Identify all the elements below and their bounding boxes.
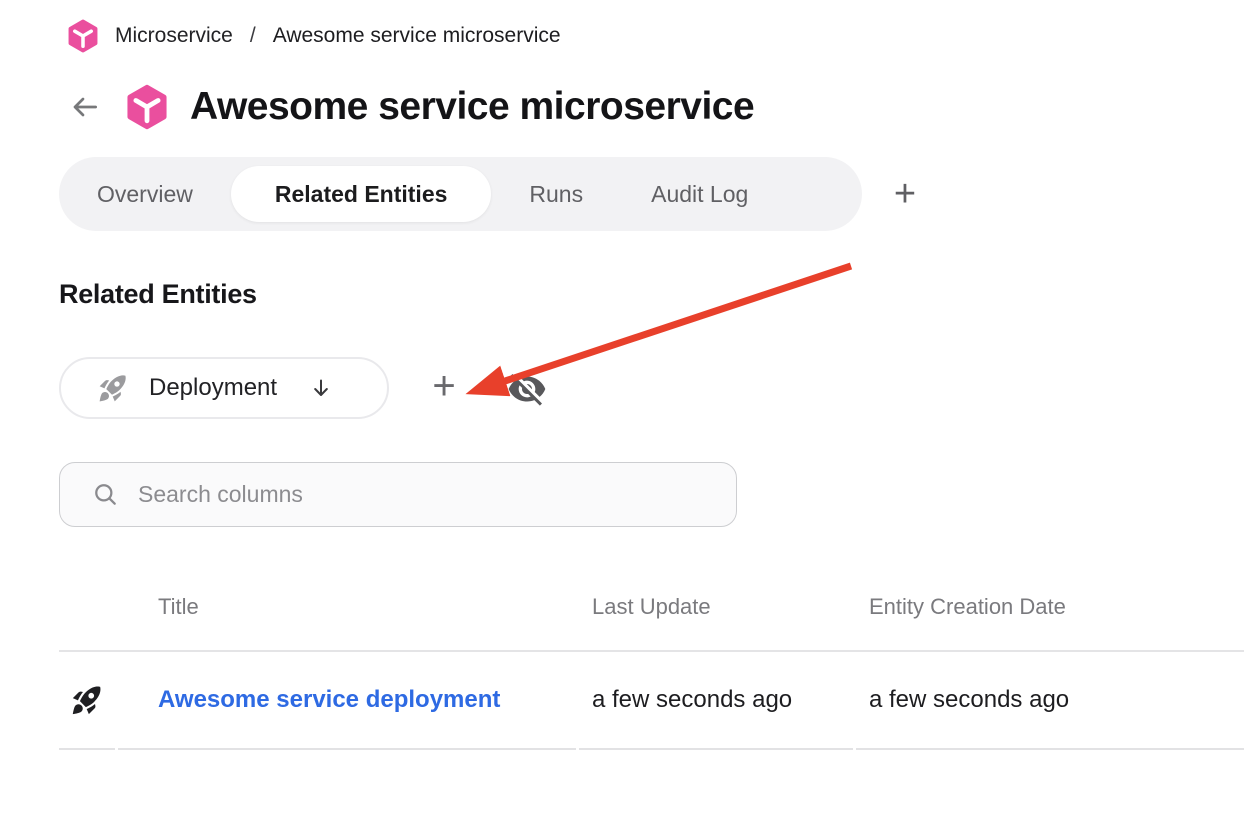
blueprint-selector-label: Deployment (149, 374, 277, 402)
section-title: Related Entities (59, 279, 257, 310)
search-columns-box (59, 462, 737, 527)
column-header-entity-creation-date[interactable]: Entity Creation Date (856, 594, 1244, 620)
table-header-row: Title Last Update Entity Creation Date (59, 564, 1244, 652)
entity-page: Microservice / Awesome service microserv… (0, 0, 1244, 834)
blueprint-cube-icon (66, 19, 100, 53)
row-icon-cell (59, 652, 115, 750)
eye-off-icon (507, 369, 547, 409)
row-creation-date-cell: a few seconds ago (856, 652, 1244, 750)
related-entities-table: Title Last Update Entity Creation Date A… (59, 564, 1244, 750)
page-title: Awesome service microservice (190, 85, 754, 129)
breadcrumb: Microservice / Awesome service microserv… (66, 19, 561, 53)
search-columns-input[interactable] (138, 481, 716, 508)
tab-related-entities[interactable]: Related Entities (231, 166, 492, 222)
tab-audit-log[interactable]: Audit Log (621, 166, 778, 222)
rocket-icon (70, 683, 104, 717)
column-header-last-update[interactable]: Last Update (579, 594, 853, 620)
back-button[interactable] (66, 88, 104, 126)
blueprint-selector-dropdown[interactable]: Deployment (59, 357, 389, 419)
tab-runs[interactable]: Runs (499, 166, 613, 222)
entity-cube-icon (124, 84, 170, 130)
table-row: Awesome service deployment a few seconds… (59, 652, 1244, 750)
last-update-value: a few seconds ago (592, 686, 792, 714)
breadcrumb-separator: / (248, 24, 258, 48)
creation-date-value: a few seconds ago (869, 686, 1069, 714)
hide-columns-button[interactable] (505, 367, 549, 411)
entity-link[interactable]: Awesome service deployment (158, 686, 500, 714)
title-bar: Awesome service microservice (66, 78, 754, 136)
breadcrumb-entity[interactable]: Awesome service microservice (273, 24, 561, 48)
tab-bar: Overview Related Entities Runs Audit Log (59, 157, 862, 231)
row-title-cell: Awesome service deployment (118, 652, 576, 750)
rocket-icon (97, 372, 129, 404)
add-related-entity-button[interactable]: + (421, 363, 467, 409)
chevron-down-icon (309, 376, 333, 400)
back-arrow-icon (69, 91, 101, 123)
row-last-update-cell: a few seconds ago (579, 652, 853, 750)
search-icon (92, 481, 119, 508)
column-header-title[interactable]: Title (118, 594, 576, 620)
breadcrumb-blueprint[interactable]: Microservice (115, 24, 233, 48)
tab-overview[interactable]: Overview (67, 166, 223, 222)
add-tab-button[interactable]: + (883, 172, 927, 216)
